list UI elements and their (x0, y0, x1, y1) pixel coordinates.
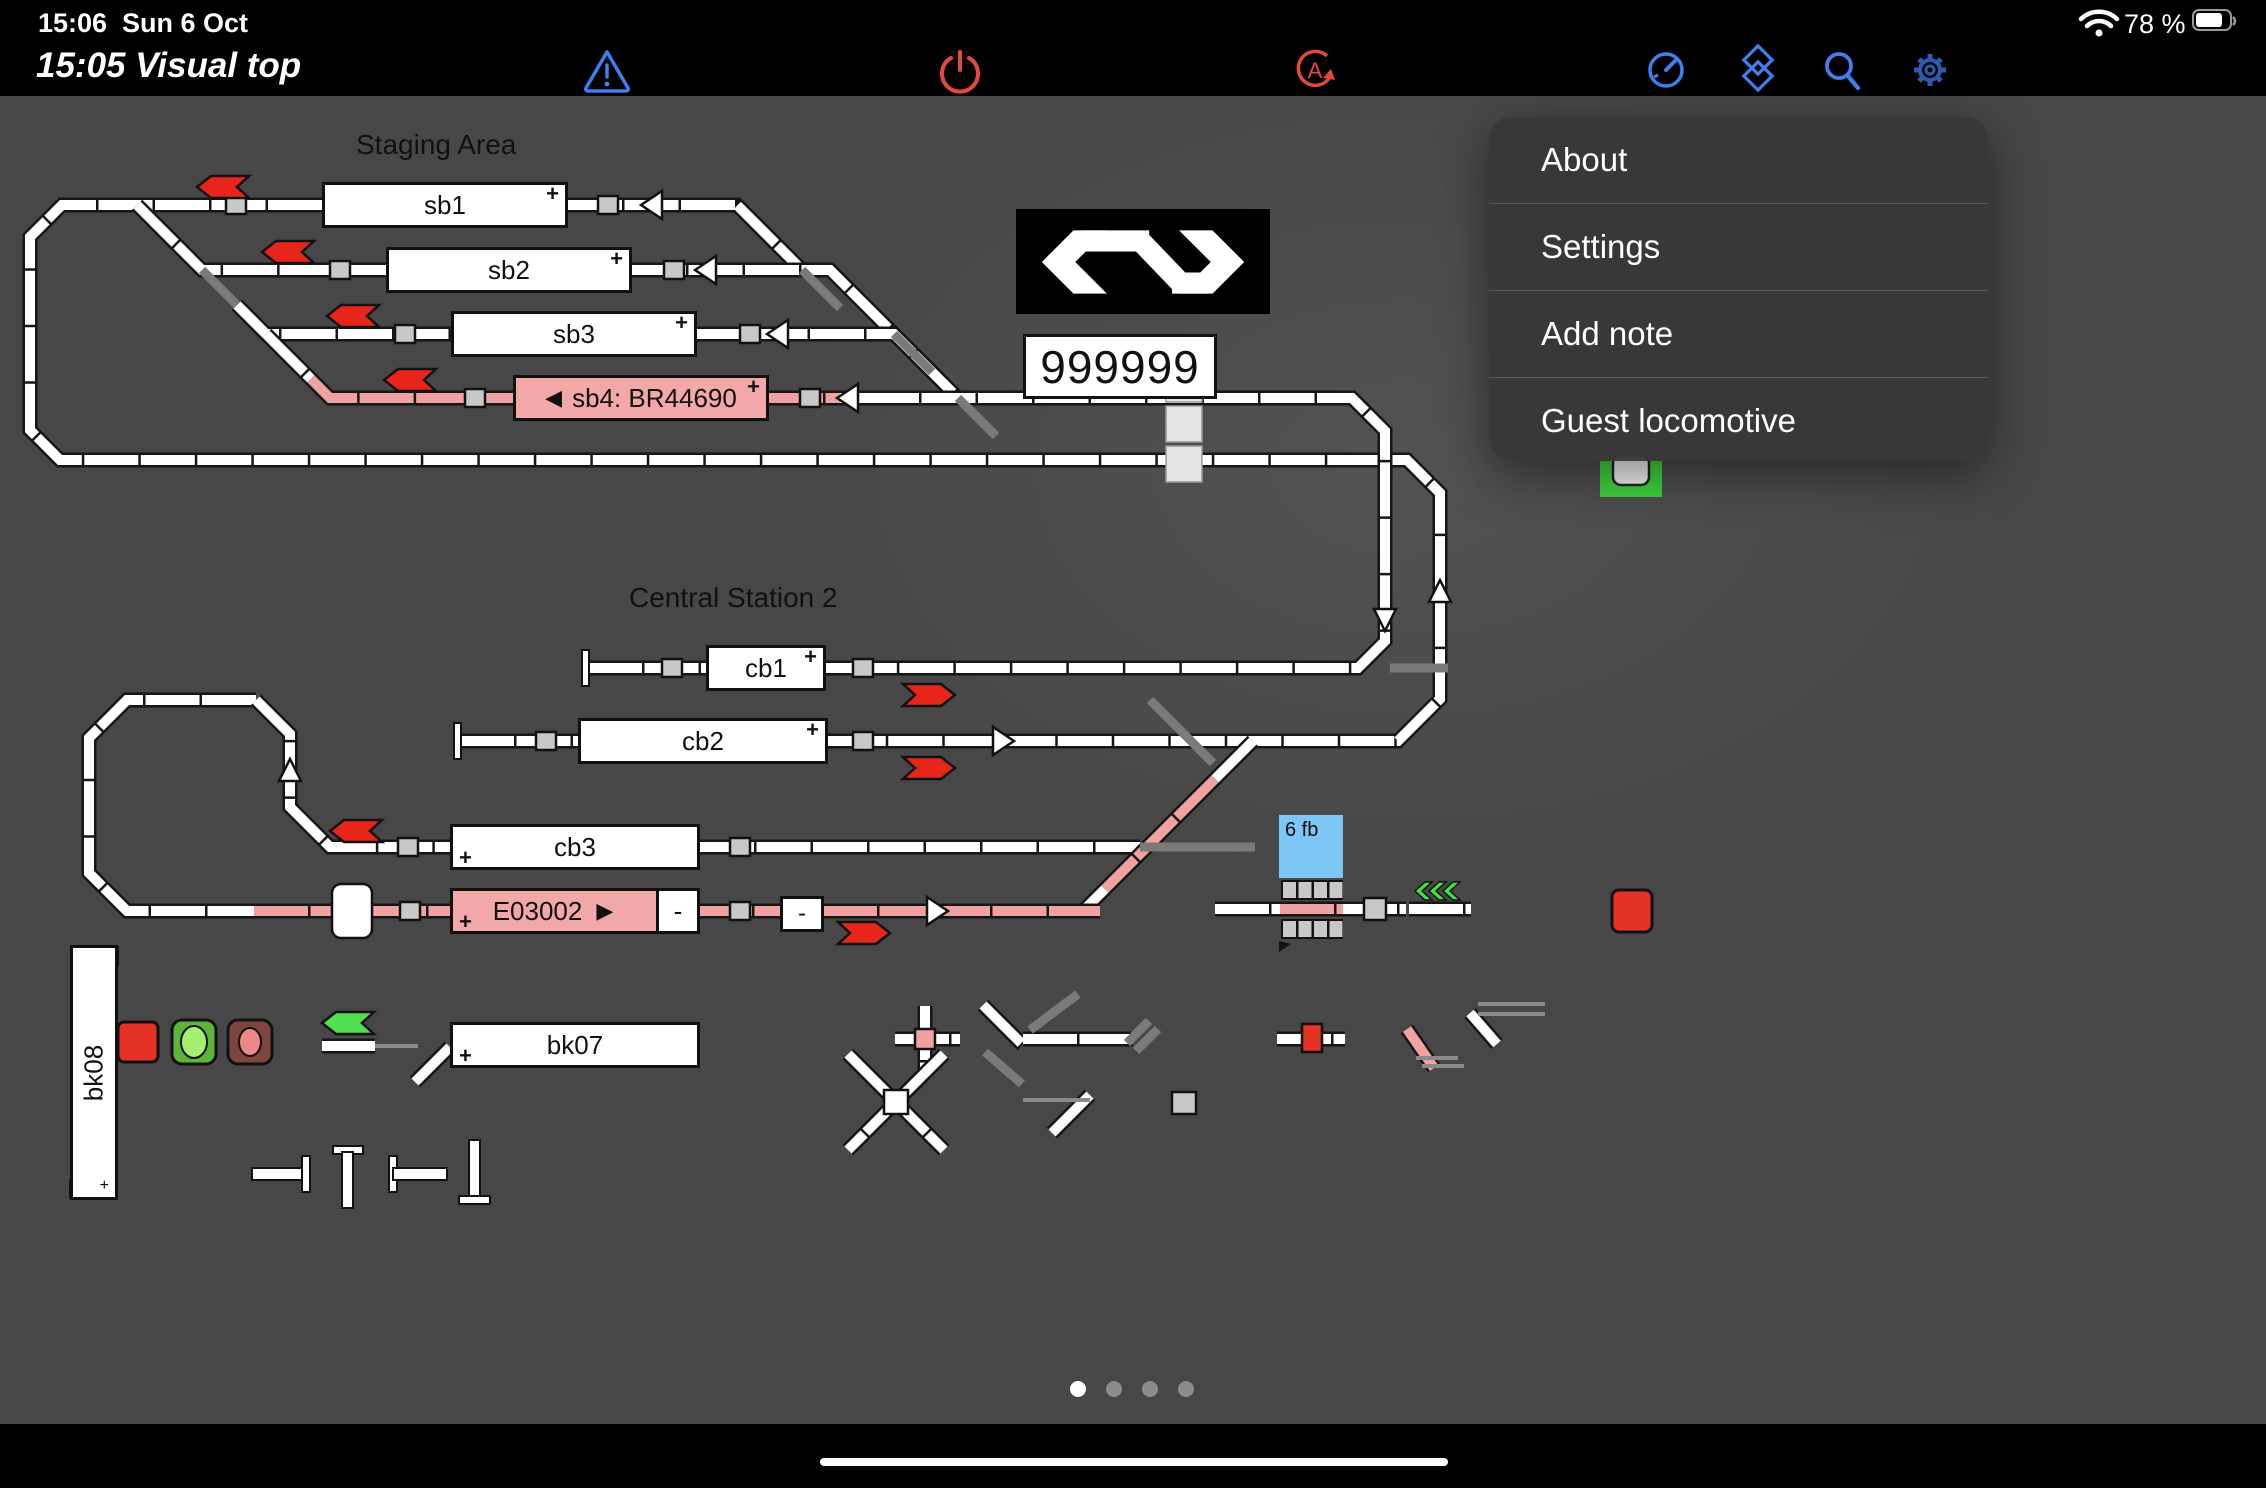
direction-arrow-icon (279, 759, 301, 781)
home-indicator[interactable] (820, 1458, 1448, 1466)
speed-chevrons-green-icon (1443, 882, 1460, 900)
block-cb1[interactable]: cb1+ (706, 645, 826, 691)
direction-arrow-icon (927, 897, 948, 925)
page-dot-1[interactable] (1070, 1381, 1086, 1397)
block-sb4-occupied[interactable]: ◀ sb4: BR44690+ (513, 375, 769, 421)
feedback-label: 6 fb (1285, 819, 1318, 841)
page-dot-4[interactable] (1178, 1381, 1194, 1397)
counter-display: 999999 (1023, 334, 1217, 399)
menu-item-add-note[interactable]: Add note (1489, 290, 1988, 377)
minus-box[interactable]: - (780, 896, 824, 932)
route-flag[interactable] (903, 757, 955, 779)
route-flag[interactable] (330, 820, 382, 842)
block-bk07[interactable]: bk07+ (450, 1022, 700, 1068)
page-indicator (1070, 1381, 1194, 1397)
feedback-decoder-box[interactable]: 6 fb (1279, 815, 1343, 878)
block-label: bk07 (547, 1030, 603, 1061)
direction-arrow-icon (993, 727, 1014, 755)
menu-item-about[interactable]: About (1489, 117, 1988, 203)
direction-left-icon: ◀ (545, 387, 562, 409)
ns-logo (1016, 209, 1270, 314)
settings-menu: About Settings Add note Guest locomotive (1489, 117, 1988, 461)
block-label: sb1 (424, 190, 466, 221)
block-label: E03002 (493, 896, 583, 927)
counter-value: 999999 (1040, 340, 1200, 394)
app-root: 15:06 Sun 6 Oct 78 % 15:05 Visual top (0, 0, 2266, 1488)
signal-red-square[interactable] (118, 1022, 158, 1062)
direction-arrow-icon (695, 256, 716, 284)
block-label: sb3 (553, 319, 595, 350)
direction-arrow-icon (1374, 609, 1396, 631)
direction-arrow-icon (1429, 580, 1451, 602)
block-label: sb4: BR44690 (572, 383, 737, 414)
staging-area-label: Staging Area (356, 129, 516, 161)
block-cb2[interactable]: cb2+ (578, 718, 828, 764)
route-flag[interactable] (322, 1012, 374, 1034)
block-bk08[interactable]: bk08 + (70, 945, 118, 1200)
direction-arrow-icon (641, 191, 662, 219)
bottom-bar (0, 1424, 2266, 1488)
block-label: cb1 (745, 653, 787, 684)
page-dot-3[interactable] (1142, 1381, 1158, 1397)
route-flag[interactable] (197, 176, 249, 198)
block-label: cb3 (554, 832, 596, 863)
route-flag[interactable] (384, 369, 436, 391)
block-sb2[interactable]: sb2+ (386, 247, 632, 293)
block-label: bk08 (79, 1044, 110, 1100)
block-label: sb2 (488, 255, 530, 286)
menu-item-settings[interactable]: Settings (1489, 203, 1988, 290)
page-dot-2[interactable] (1106, 1381, 1122, 1397)
menu-item-guest-locomotive[interactable]: Guest locomotive (1489, 377, 1988, 461)
block-e03002-occupied[interactable]: E03002 ▶ + - (450, 888, 700, 934)
direction-right-icon: ▶ (596, 900, 613, 922)
route-flag[interactable] (262, 241, 314, 263)
route-flag[interactable] (903, 684, 955, 706)
central-station-label: Central Station 2 (629, 582, 838, 614)
route-flag[interactable] (838, 922, 890, 944)
block-sb1[interactable]: sb1+ (322, 182, 568, 228)
block-e03002-minus[interactable]: - (656, 888, 700, 934)
direction-arrow-icon (837, 384, 858, 412)
block-label: cb2 (682, 726, 724, 757)
stop-signal-red-square[interactable] (1612, 890, 1652, 932)
route-flag[interactable] (327, 305, 379, 327)
block-cb3[interactable]: cb3+ (450, 824, 700, 870)
block-sb3[interactable]: sb3+ (451, 311, 697, 357)
direction-arrow-icon (767, 320, 788, 348)
